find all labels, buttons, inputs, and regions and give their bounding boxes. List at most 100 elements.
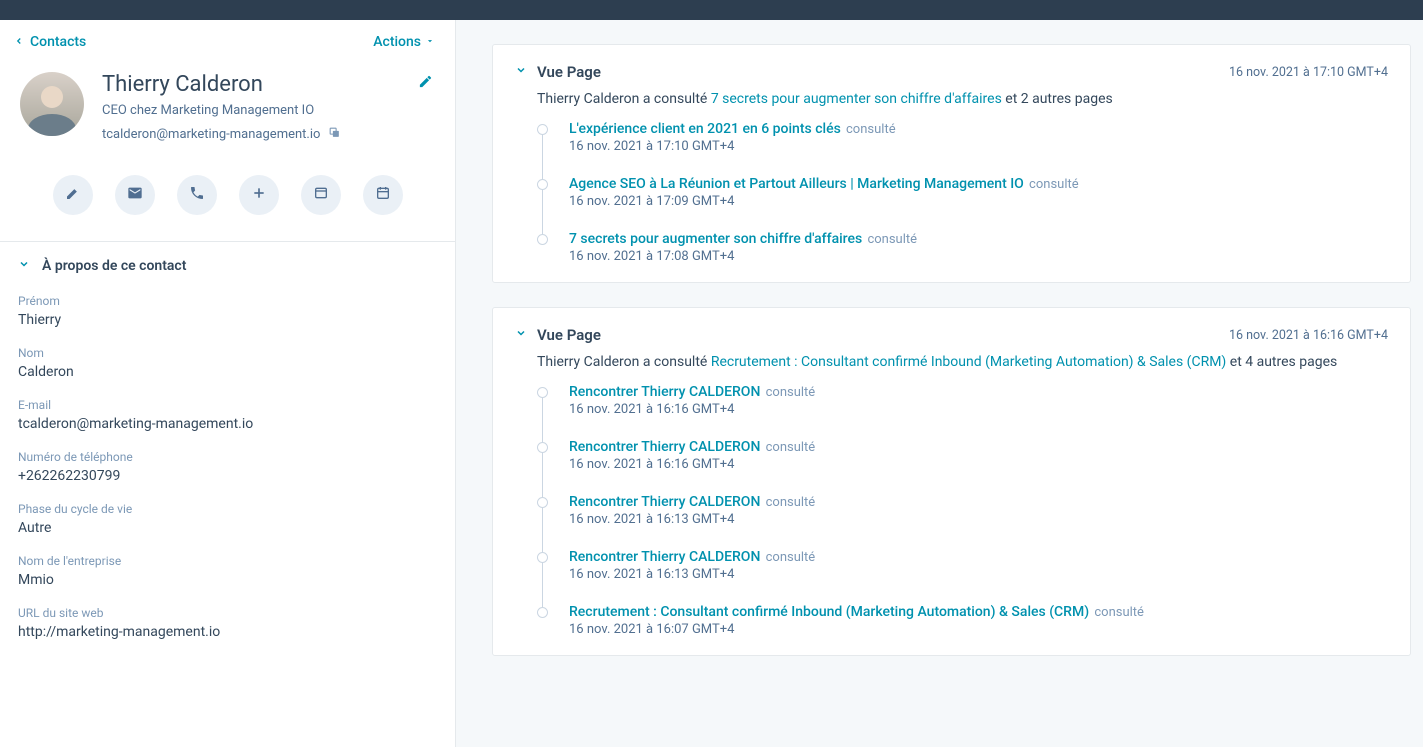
field-label: Prénom [18,294,437,308]
timeline-item-time: 16 nov. 2021 à 17:10 GMT+4 [569,139,1388,154]
activity-card: Vue Page 16 nov. 2021 à 17:10 GMT+4 Thierr… [492,44,1411,283]
copy-icon[interactable] [328,126,341,143]
contact-name: Thierry Calderon [102,72,341,97]
card-header-left: Vue Page [515,63,601,81]
timeline-item-title-row: 7 secrets pour augmenter son chiffre d'a… [569,231,1388,247]
timeline-item-title-row: Agence SEO à La Réunion et Partout Aille… [569,176,1388,192]
timeline-item-title-row: Rencontrer Thierry CALDERON consulté [569,494,1388,510]
card-header: Vue Page 16 nov. 2021 à 16:16 GMT+4 [515,326,1388,344]
timeline-item: Recrutement : Consultant confirmé Inboun… [537,604,1388,637]
timeline: Rencontrer Thierry CALDERON consulté 16 n… [537,384,1388,637]
timeline-item-link[interactable]: Rencontrer Thierry CALDERON [569,384,760,400]
chevron-left-icon [14,34,24,50]
caret-down-icon [425,34,435,50]
timeline-item-suffix: consulté [762,440,815,455]
card-header: Vue Page 16 nov. 2021 à 17:10 GMT+4 [515,63,1388,81]
summary-link[interactable]: 7 secrets pour augmenter son chiffre d'a… [711,91,1002,107]
timeline-item-time: 16 nov. 2021 à 16:16 GMT+4 [569,402,1388,417]
about-field[interactable]: Prénom Thierry [18,294,437,328]
timeline-item-suffix: consulté [762,385,815,400]
summary-prefix: Thierry Calderon a consulté [537,91,711,107]
card-timestamp: 16 nov. 2021 à 16:16 GMT+4 [1229,328,1388,343]
field-value: http://marketing-management.io [18,624,437,640]
summary-prefix: Thierry Calderon a consulté [537,354,711,370]
timeline-item-link[interactable]: Recrutement : Consultant confirmé Inboun… [569,604,1089,620]
back-label: Contacts [30,34,86,50]
summary-suffix: et 4 autres pages [1226,354,1337,370]
back-to-contacts-link[interactable]: Contacts [14,34,86,50]
about-field[interactable]: Numéro de téléphone +262262230799 [18,450,437,484]
about-section-title: À propos de ce contact [42,258,186,274]
field-value: tcalderon@marketing-management.io [18,416,437,432]
timeline-item-suffix: consulté [1091,605,1144,620]
divider-gap [456,20,480,747]
app-topbar [0,0,1423,20]
phone-icon [189,185,205,205]
email-button[interactable] [115,175,155,215]
field-label: URL du site web [18,606,437,620]
timeline-dot-icon [537,442,548,453]
summary-suffix: et 2 autres pages [1002,91,1113,107]
contact-sidebar: Contacts Actions Thierry Calderon CEO ch… [0,20,456,747]
contact-email: tcalderon@marketing-management.io [102,127,320,142]
chevron-down-icon[interactable] [515,327,527,343]
field-label: Numéro de téléphone [18,450,437,464]
card-header-left: Vue Page [515,326,601,344]
about-field[interactable]: Nom de l'entrepriseMmio [18,554,437,588]
note-button[interactable] [53,175,93,215]
timeline-item-title-row: Rencontrer Thierry CALDERON consulté [569,384,1388,400]
actions-dropdown[interactable]: Actions [373,34,435,50]
timeline-item: L'expérience client en 2021 en 6 points … [537,121,1388,154]
timeline-item-link[interactable]: Rencontrer Thierry CALDERON [569,439,760,455]
timeline-item: Agence SEO à La Réunion et Partout Aille… [537,176,1388,209]
call-button[interactable] [177,175,217,215]
field-value: Calderon [18,364,437,380]
edit-icon[interactable] [418,74,433,93]
timeline-item-suffix: consulté [843,122,896,137]
avatar [20,72,84,136]
timeline-item-link[interactable]: L'expérience client en 2021 en 6 points … [569,121,841,137]
timeline: L'expérience client en 2021 en 6 points … [537,121,1388,264]
card-title: Vue Page [537,326,601,344]
timeline-item-time: 16 nov. 2021 à 17:08 GMT+4 [569,249,1388,264]
layout: Contacts Actions Thierry Calderon CEO ch… [0,20,1423,747]
timeline-item-suffix: consulté [864,232,917,247]
timeline-item-time: 16 nov. 2021 à 16:13 GMT+4 [569,567,1388,582]
timeline-item-suffix: consulté [762,495,815,510]
timeline-item-title-row: Rencontrer Thierry CALDERON consulté [569,439,1388,455]
field-label: Phase du cycle de vie [18,502,437,516]
timeline-item-time: 16 nov. 2021 à 17:09 GMT+4 [569,194,1388,209]
timeline-item-suffix: consulté [762,550,815,565]
calendar-icon [375,185,391,205]
log-button[interactable] [301,175,341,215]
summary-link[interactable]: Recrutement : Consultant confirmé Inboun… [711,354,1226,370]
about-field-list: Prénom Thierry NomCalderon E-mailtcalderon@… [0,290,455,678]
timeline-dot-icon [537,387,548,398]
sidebar-header: Contacts Actions [0,20,455,64]
meeting-button[interactable] [363,175,403,215]
card-timestamp: 16 nov. 2021 à 17:10 GMT+4 [1229,65,1388,80]
add-button[interactable] [239,175,279,215]
timeline-dot-icon [537,179,548,190]
contact-header-block: Thierry Calderon CEO chez Marketing Mana… [0,64,455,163]
chevron-down-icon[interactable] [515,64,527,80]
plus-icon [251,185,267,205]
about-section-header[interactable]: À propos de ce contact [0,241,455,290]
contact-subtitle: CEO chez Marketing Management IO [102,103,341,118]
timeline-item-link[interactable]: 7 secrets pour augmenter son chiffre d'a… [569,231,862,247]
timeline-item-link[interactable]: Rencontrer Thierry CALDERON [569,494,760,510]
about-field[interactable]: Phase du cycle de vieAutre [18,502,437,536]
timeline-item-title-row: L'expérience client en 2021 en 6 points … [569,121,1388,137]
about-field[interactable]: E-mailtcalderon@marketing-management.io [18,398,437,432]
about-field[interactable]: URL du site web http://marketing-manageme… [18,606,437,640]
timeline-item-link[interactable]: Rencontrer Thierry CALDERON [569,549,760,565]
timeline-item: Rencontrer Thierry CALDERON consulté 16 n… [537,549,1388,582]
timeline-dot-icon [537,552,548,563]
field-value: Thierry [18,312,437,328]
timeline-item-link[interactable]: Agence SEO à La Réunion et Partout Aille… [569,176,1024,192]
timeline-item-time: 16 nov. 2021 à 16:16 GMT+4 [569,457,1388,472]
about-field[interactable]: NomCalderon [18,346,437,380]
timeline-item-suffix: consulté [1026,177,1079,192]
field-value: +262262230799 [18,468,437,484]
timeline-item: Rencontrer Thierry CALDERON consulté 16 n… [537,384,1388,417]
